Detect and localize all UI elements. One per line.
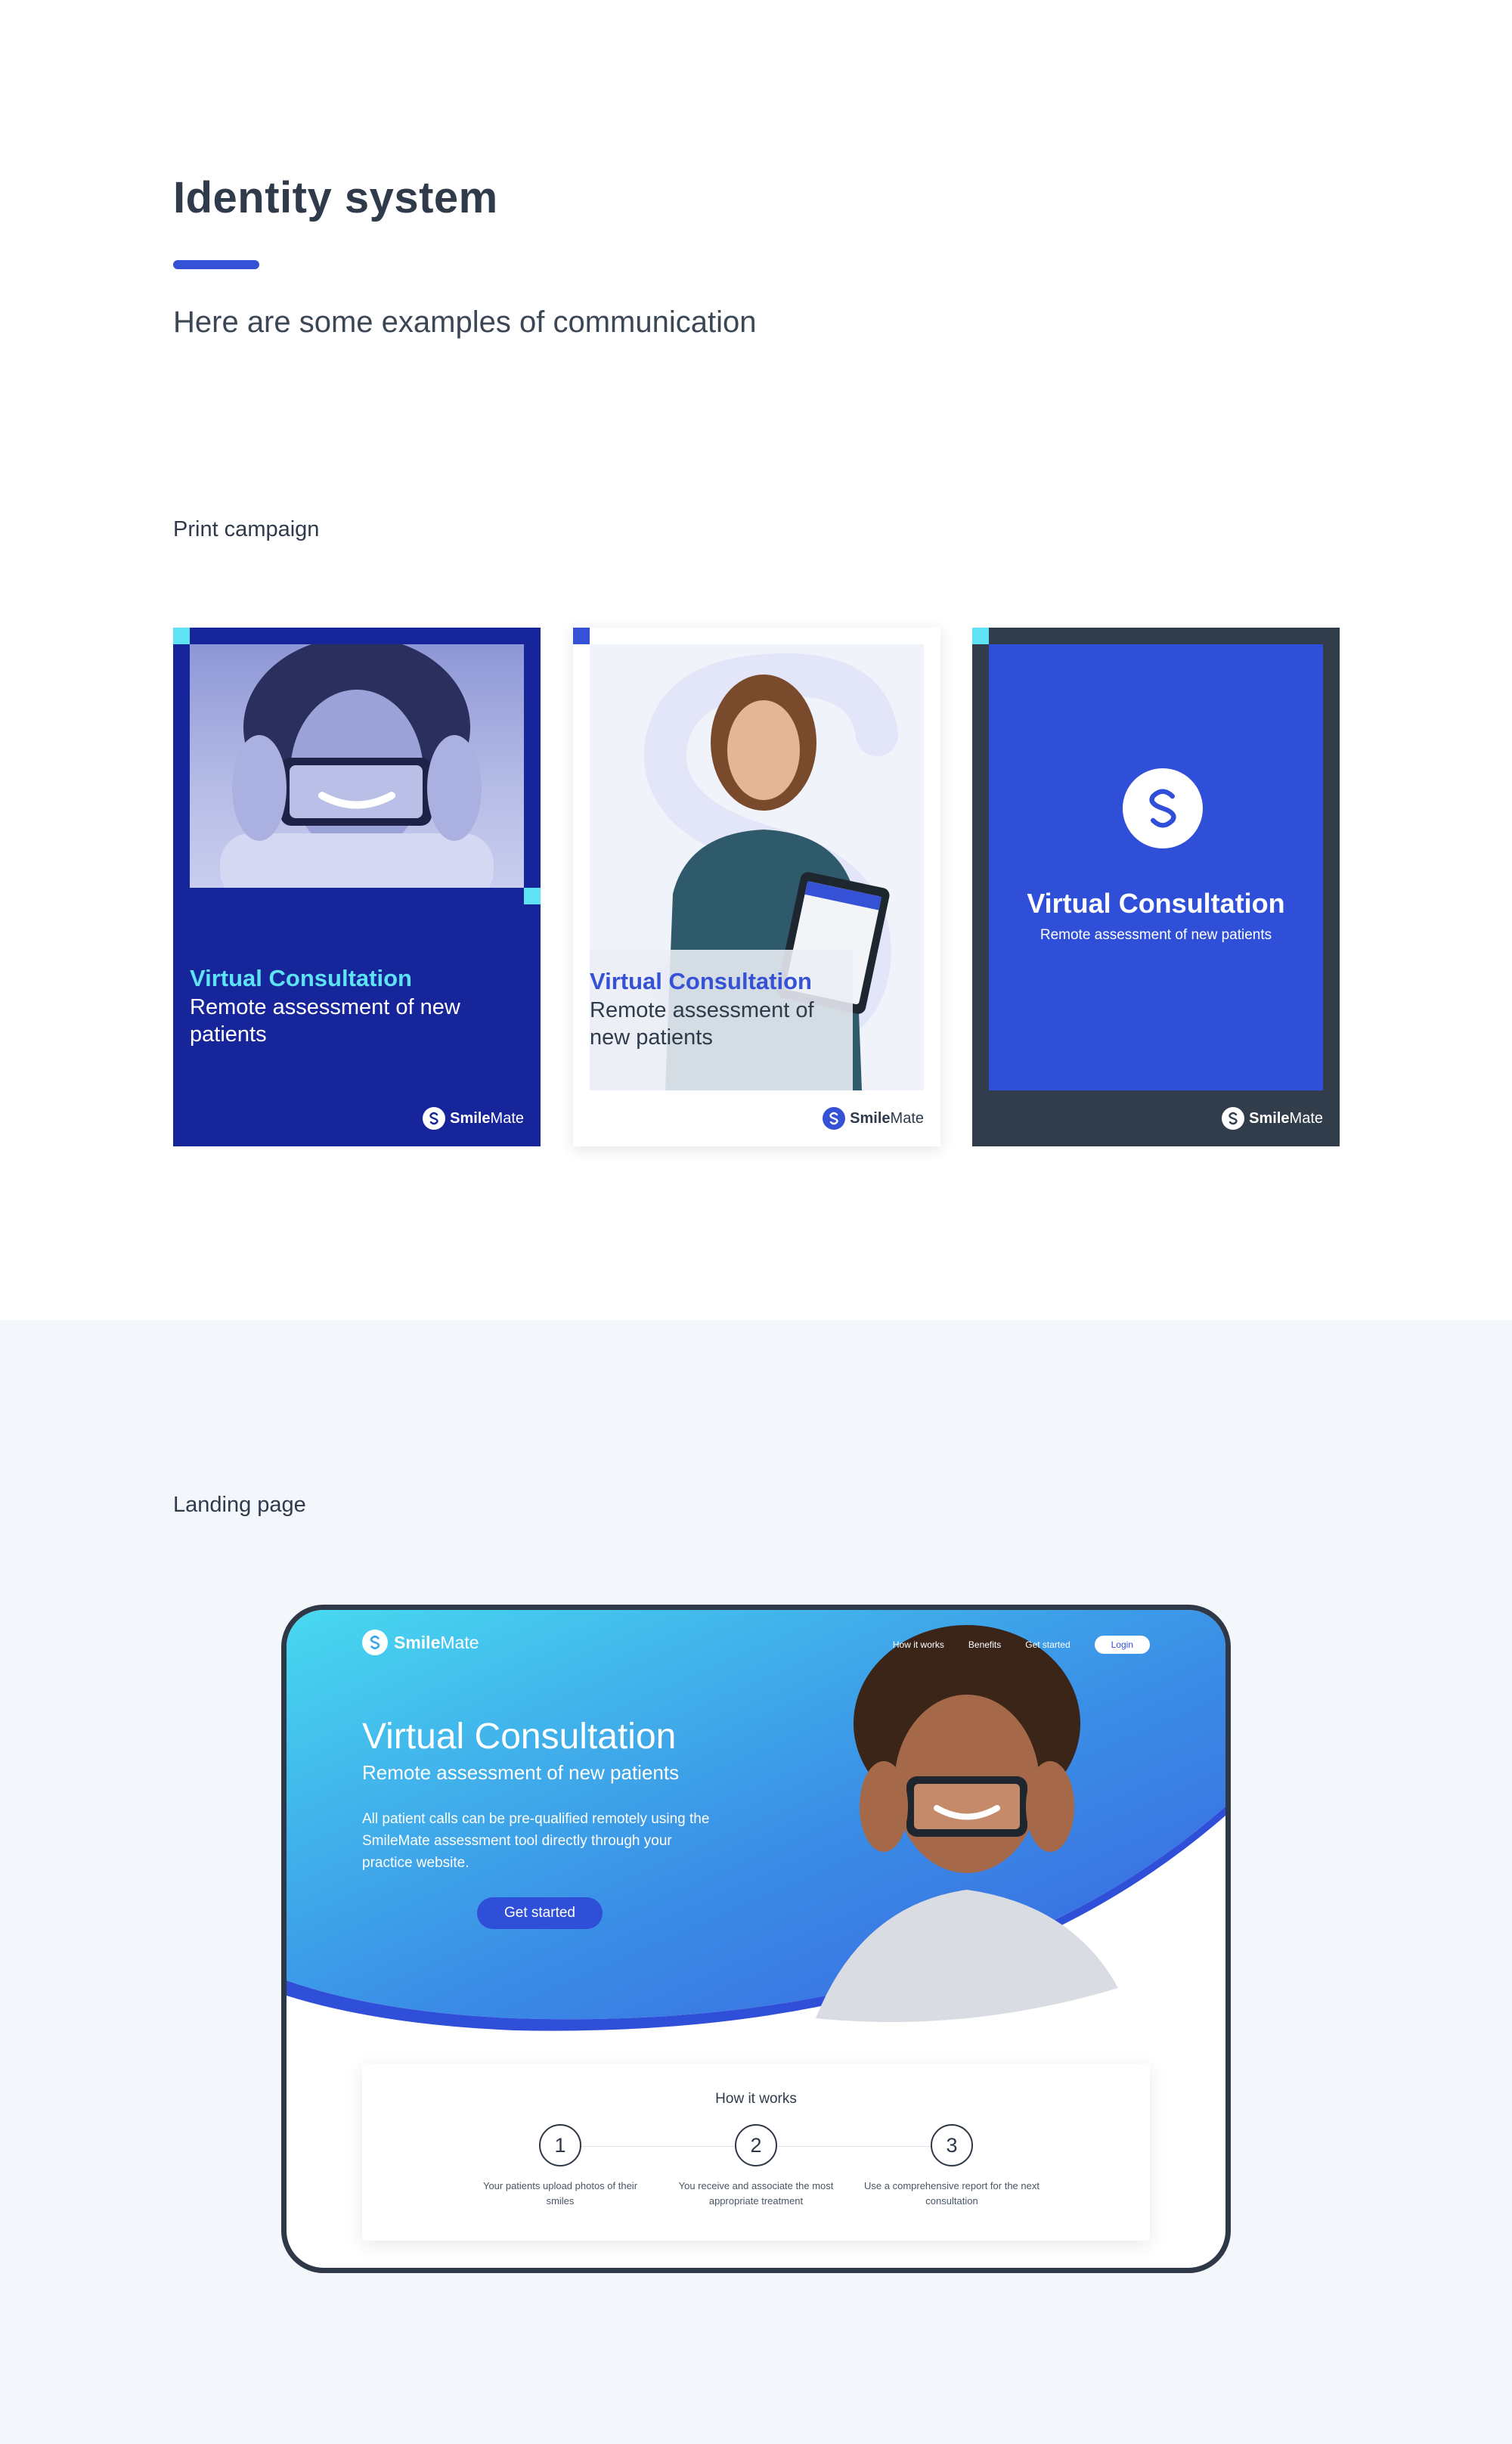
lp-nav: How it works Benefits Get started Login (893, 1636, 1150, 1654)
smilemate-logo-icon (423, 1107, 446, 1130)
page-subtitle: Here are some examples of communication (173, 306, 757, 339)
corner-accent (173, 628, 190, 644)
how-it-works-title: How it works (715, 2091, 797, 2107)
poster-title: Virtual Consultation (1027, 888, 1285, 919)
poster-navy: Virtual Consultation Remote assessment o… (173, 628, 541, 1146)
woman-phone-illustration (220, 644, 494, 888)
logo-text-mate: Mate (490, 1109, 524, 1127)
get-started-button[interactable]: Get started (477, 1897, 603, 1929)
smilemate-logo-icon (823, 1107, 846, 1130)
smilemate-logo: Smile Mate (423, 1107, 524, 1130)
logo-text-mate: Mate (1289, 1109, 1323, 1127)
hero-title: Virtual Consultation (362, 1717, 677, 1757)
nav-benefits[interactable]: Benefits (968, 1639, 1001, 1650)
poster-subtitle: Remote assessment of new patients (190, 995, 460, 1047)
smilemate-logo-icon (362, 1630, 388, 1655)
corner-accent (573, 628, 590, 644)
logo-text-smile: Smile (450, 1109, 491, 1127)
corner-accent (972, 628, 989, 644)
hero-section: Smile Mate How it works Benefits Get star… (287, 1610, 1225, 2033)
step-number: 1 (539, 2124, 581, 2166)
poster-blue-panel (989, 644, 1323, 1090)
step-1: 1 Your patients upload photos of their s… (469, 2124, 651, 2209)
step-text: Your patients upload photos of their smi… (482, 2180, 638, 2207)
page-title: Identity system (173, 173, 498, 222)
poster-subtitle: Remote assessment of new patients (1040, 927, 1272, 943)
poster-title: Virtual Consultation (590, 968, 812, 994)
nav-get-started[interactable]: Get started (1025, 1639, 1070, 1650)
poster-subtitle: Remote assessment of new patients (590, 998, 814, 1050)
hero-subtitle: Remote assessment of new patients (362, 1761, 680, 1784)
step-3: 3 Use a comprehensive report for the nex… (861, 2124, 1043, 2209)
nav-how-it-works[interactable]: How it works (893, 1639, 944, 1650)
title-underline (173, 260, 259, 269)
step-number: 2 (735, 2124, 777, 2166)
step-number: 3 (931, 2124, 973, 2166)
logo-text-smile: Smile (850, 1109, 891, 1127)
logo-text-smile: Smile (394, 1632, 441, 1652)
landing-page-label: Landing page (173, 1493, 306, 1517)
step-2: 2 You receive and associate the most app… (665, 2124, 847, 2209)
smilemate-logo-icon (1123, 768, 1203, 848)
logo-text-smile: Smile (1249, 1109, 1290, 1127)
poster-title: Virtual Consultation (190, 965, 412, 991)
print-campaign-label: Print campaign (173, 517, 320, 541)
poster-white: Virtual Consultation Remote assessment o… (573, 628, 940, 1146)
step-text: Use a comprehensive report for the next … (864, 2180, 1040, 2207)
woman-phone-photo (190, 644, 524, 888)
corner-accent (524, 888, 541, 904)
hero-body: All patient calls can be pre-qualified r… (362, 1811, 710, 1871)
logo-text-mate: Mate (440, 1632, 479, 1652)
landing-section: Landing page Smile Mate How it works Ben… (0, 1320, 1512, 2444)
how-it-works-card: How it works 1 Your patients upload phot… (362, 2064, 1150, 2241)
step-text: You receive and associate the most appro… (678, 2180, 834, 2207)
smilemate-logo: Smile Mate (823, 1107, 924, 1130)
login-button[interactable]: Login (1094, 1636, 1150, 1654)
lp-logo[interactable]: Smile Mate (362, 1630, 479, 1655)
smilemate-logo-icon (1222, 1107, 1245, 1130)
smilemate-logo: Smile Mate (1222, 1107, 1323, 1130)
identity-section: Identity system Here are some examples o… (0, 0, 1512, 1320)
poster-dark: Virtual Consultation Remote assessment o… (972, 628, 1340, 1146)
tablet-mockup: Smile Mate How it works Benefits Get star… (281, 1605, 1231, 2273)
logo-text-mate: Mate (890, 1109, 924, 1127)
